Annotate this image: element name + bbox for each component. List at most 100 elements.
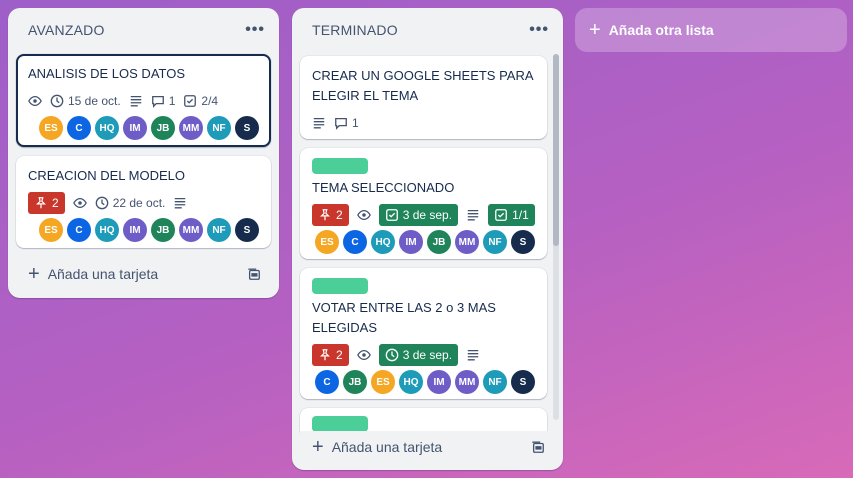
avatar-nf[interactable]: NF (207, 218, 231, 242)
pin-icon (320, 209, 330, 221)
due-date-badge-complete[interactable]: 3 de sep. (378, 204, 459, 226)
avatar-hq[interactable]: HQ (95, 116, 119, 140)
checklist-icon (495, 209, 507, 221)
checkbox-checked-icon (385, 209, 398, 221)
priority-badge: 2 (28, 192, 65, 214)
list-header: AVANZADO ••• (8, 8, 279, 52)
checklist-count: 1/1 (512, 208, 529, 222)
list-menu-icon[interactable]: ••• (241, 17, 269, 43)
avatar-mm[interactable]: MM (179, 116, 203, 140)
card-analisis[interactable]: ANALISIS DE LOS DATOS 15 de oct. 1 2/4 E… (16, 54, 271, 147)
comments-badge: 1 (151, 90, 176, 112)
add-card-label: Añada una tarjeta (47, 266, 159, 282)
avatar-nf[interactable]: NF (207, 116, 231, 140)
due-date-text: 3 de sep. (402, 348, 453, 362)
list-terminado: TERMINADO ••• CREAR UN GOOGLE SHEETS PAR… (292, 8, 563, 470)
watch-icon (356, 204, 371, 226)
priority-value: 2 (336, 348, 343, 362)
checklist-count: 2/4 (201, 94, 219, 108)
card-title: CREAR UN GOOGLE SHEETS PARA ELEGIR EL TE… (312, 68, 533, 103)
due-date-text: 3 de sep. (402, 208, 453, 222)
priority-badge: 2 (312, 204, 349, 226)
card-members: ES C HQ IM JB MM NF S (28, 116, 259, 140)
comments-count: 1 (168, 94, 176, 108)
plus-icon: + (312, 436, 324, 458)
description-icon (129, 90, 143, 112)
avatar-hq[interactable]: HQ (399, 370, 423, 394)
avatar-s[interactable]: S (235, 218, 259, 242)
avatar-jb[interactable]: JB (151, 218, 175, 242)
avatar-hq[interactable]: HQ (371, 230, 395, 254)
avatar-es[interactable]: ES (315, 230, 339, 254)
avatar-es[interactable]: ES (371, 370, 395, 394)
avatar-s[interactable]: S (235, 116, 259, 140)
avatar-c[interactable]: C (343, 230, 367, 254)
pin-icon (36, 197, 46, 209)
avatar-c[interactable]: C (67, 116, 91, 140)
due-date-text: 15 de oct. (68, 94, 121, 108)
avatar-es[interactable]: ES (39, 116, 63, 140)
avatar-nf[interactable]: NF (483, 370, 507, 394)
card-members: ES C HQ IM JB MM NF S (312, 230, 535, 254)
card-badges: 15 de oct. 1 2/4 (28, 90, 259, 112)
avatar-im[interactable]: IM (123, 116, 147, 140)
avatar-jb[interactable]: JB (151, 116, 175, 140)
card-creacion[interactable]: CREACION DEL MODELO 2 22 de oct. ES C HQ IM… (16, 156, 271, 248)
card-members: C JB ES HQ IM MM NF S (312, 370, 535, 394)
avatar-hq[interactable]: HQ (95, 218, 119, 242)
avatar-mm[interactable]: MM (455, 370, 479, 394)
checklist-icon (184, 95, 197, 107)
add-list-label: Añada otra lista (608, 22, 714, 38)
avatar-mm[interactable]: MM (455, 230, 479, 254)
avatar-jb[interactable]: JB (427, 230, 451, 254)
plus-icon: + (28, 263, 40, 285)
card-label-green[interactable] (312, 416, 368, 432)
card-tema-seleccionado[interactable]: TEMA SELECCIONADO 2 3 de sep. 1/1 ES C HQ I… (300, 148, 547, 259)
due-date-badge[interactable]: 22 de oct. (95, 192, 165, 214)
add-card-label: Añada una tarjeta (331, 439, 443, 455)
comments-count: 1 (352, 116, 359, 130)
clock-icon (385, 348, 399, 362)
avatar-c[interactable]: C (315, 370, 339, 394)
avatar-im[interactable]: IM (427, 370, 451, 394)
clock-icon (95, 196, 109, 210)
card-title: CREACION DEL MODELO (28, 168, 185, 183)
template-icon[interactable] (531, 440, 545, 454)
avatar-s[interactable]: S (511, 370, 535, 394)
card-title: TEMA SELECCIONADO (312, 180, 455, 195)
card-label-green[interactable] (312, 278, 368, 294)
due-date-badge[interactable]: 15 de oct. (50, 90, 121, 112)
add-card-button[interactable]: + Añada una tarjeta (16, 258, 271, 290)
watch-icon (356, 344, 371, 366)
priority-value: 2 (336, 208, 343, 222)
list-menu-icon[interactable]: ••• (525, 17, 553, 43)
avatar-im[interactable]: IM (399, 230, 423, 254)
add-card-button[interactable]: + Añada una tarjeta (300, 431, 555, 463)
card-votar[interactable]: VOTAR ENTRE LAS 2 o 3 MAS ELEGIDAS 2 3 d… (300, 268, 547, 399)
list-title[interactable]: TERMINADO (312, 22, 398, 38)
due-date-badge-complete[interactable]: 3 de sep. (378, 344, 459, 366)
card-google-sheets[interactable]: CREAR UN GOOGLE SHEETS PARA ELEGIR EL TE… (300, 56, 547, 139)
avatar-es[interactable]: ES (39, 218, 63, 242)
comment-icon (151, 95, 164, 108)
comments-badge: 1 (334, 112, 359, 134)
watch-icon (72, 192, 87, 214)
template-icon[interactable] (247, 267, 261, 281)
checklist-badge: 2/4 (183, 90, 218, 112)
avatar-mm[interactable]: MM (179, 218, 203, 242)
avatar-nf[interactable]: NF (483, 230, 507, 254)
avatar-jb[interactable]: JB (343, 370, 367, 394)
avatar-c[interactable]: C (67, 218, 91, 242)
card-label-green[interactable] (312, 158, 368, 174)
card-title: VOTAR ENTRE LAS 2 o 3 MAS ELEGIDAS (312, 300, 496, 335)
clock-icon (50, 94, 64, 108)
description-icon (173, 192, 187, 214)
card-badges: 2 3 de sep. 1/1 (312, 204, 535, 226)
card-badges: 2 3 de sep. (312, 344, 535, 366)
scrollbar[interactable] (553, 54, 559, 420)
list-title[interactable]: AVANZADO (28, 22, 105, 38)
scrollbar-thumb[interactable] (553, 54, 559, 246)
avatar-im[interactable]: IM (123, 218, 147, 242)
avatar-s[interactable]: S (511, 230, 535, 254)
add-list-button[interactable]: + Añada otra lista (575, 8, 847, 52)
